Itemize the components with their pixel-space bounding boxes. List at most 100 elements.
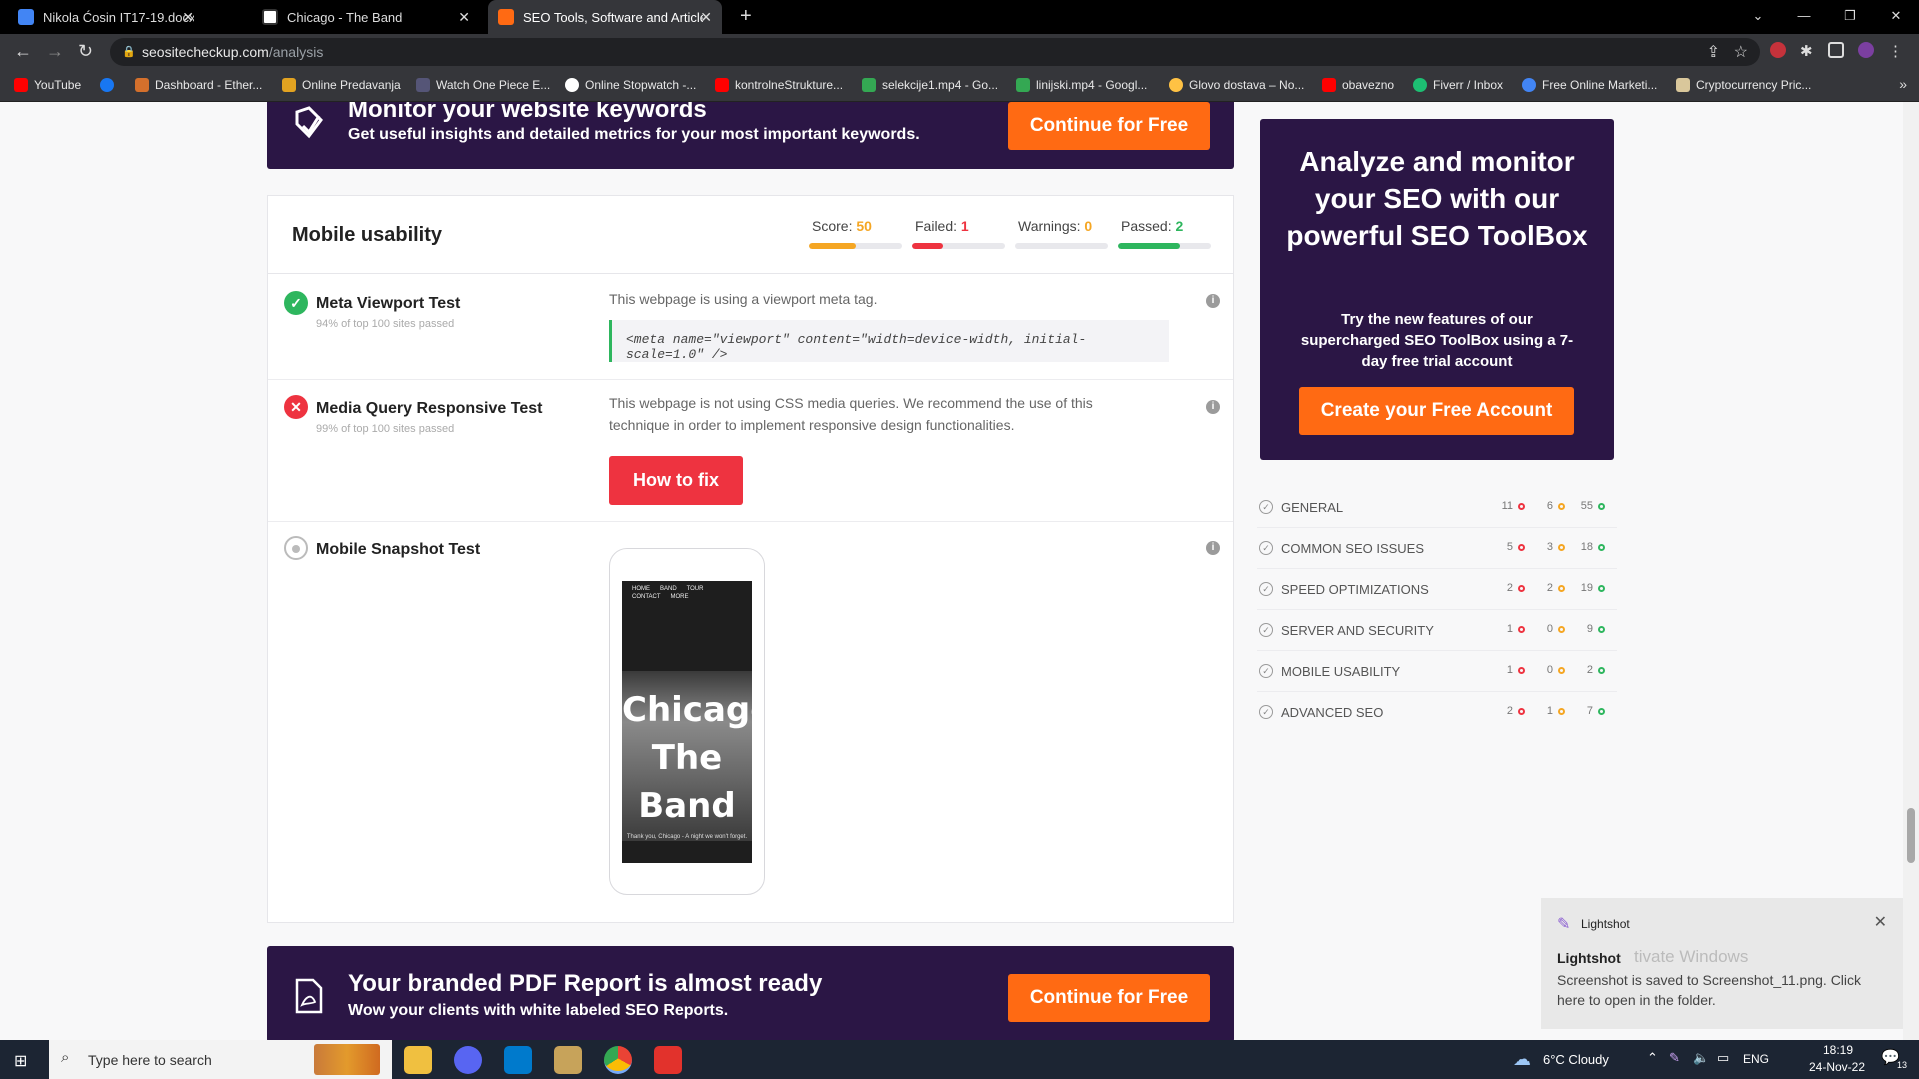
windows-start-icon[interactable]: ⊞ xyxy=(14,1051,27,1071)
tray-overflow-icon[interactable]: ⌃ xyxy=(1647,1050,1658,1066)
passed-dot-icon xyxy=(1598,585,1605,592)
facebook-icon xyxy=(100,78,114,92)
tab-search-icon[interactable]: ⌄ xyxy=(1735,0,1781,34)
extensions-puzzle-icon[interactable]: ✱ xyxy=(1800,42,1816,60)
profile-avatar[interactable] xyxy=(1858,42,1874,58)
taskbar-search[interactable]: ⌕ Type here to search xyxy=(49,1040,392,1079)
language-indicator[interactable]: ENG xyxy=(1743,1052,1769,1066)
lightshot-tray-icon[interactable]: ✎ xyxy=(1669,1050,1680,1066)
bookmark-selekcije[interactable]: selekcije1.mp4 - Go... xyxy=(862,78,998,92)
passed-count: 19 xyxy=(1580,582,1593,594)
category-common-seo[interactable]: ✓ COMMON SEO ISSUES 5 3 18 xyxy=(1257,528,1617,569)
league-of-legends-icon[interactable] xyxy=(554,1046,582,1074)
back-icon[interactable]: ← xyxy=(14,41,32,62)
category-server-security[interactable]: ✓ SERVER AND SECURITY 1 0 9 xyxy=(1257,610,1617,651)
url-bar[interactable]: 🔒 seositecheckup.com/analysis ⇪ ☆ xyxy=(110,38,1760,66)
vscode-icon[interactable] xyxy=(504,1046,532,1074)
bookmark-kontrolne[interactable]: kontrolneStrukture... xyxy=(715,78,843,92)
category-advanced-seo[interactable]: ✓ ADVANCED SEO 2 1 7 xyxy=(1257,692,1617,733)
reload-icon[interactable]: ↻ xyxy=(78,41,93,62)
passed-dot-icon xyxy=(1598,503,1605,510)
new-tab-icon[interactable]: + xyxy=(740,5,752,28)
restore-icon[interactable]: ❐ xyxy=(1827,0,1873,34)
close-tab-icon[interactable]: ✕ xyxy=(182,9,194,26)
continue-free-button[interactable]: Continue for Free xyxy=(1008,102,1210,150)
file-explorer-icon[interactable] xyxy=(404,1046,432,1074)
test-description: This webpage is not using CSS media quer… xyxy=(609,395,1093,433)
clock-date[interactable]: 24-Nov-22 xyxy=(1809,1060,1865,1074)
continue-free-button[interactable]: Continue for Free xyxy=(1008,974,1210,1022)
bookmark-youtube[interactable]: YouTube xyxy=(14,78,81,92)
category-label: GENERAL xyxy=(1281,500,1344,515)
score-stat: Score: 50 xyxy=(809,218,902,249)
failed-count: 2 xyxy=(1506,582,1513,594)
bookmark-dashboard[interactable]: Dashboard - Ether... xyxy=(135,78,262,92)
category-mobile-usability[interactable]: ✓ MOBILE USABILITY 1 0 2 xyxy=(1257,651,1617,692)
share-icon[interactable]: ⇪ xyxy=(1707,42,1720,62)
address-toolbar: ← → ↻ 🔒 seositecheckup.com/analysis ⇪ ☆ … xyxy=(0,34,1919,70)
bookmark-star-icon[interactable]: ☆ xyxy=(1734,42,1748,62)
close-icon[interactable]: ✕ xyxy=(1874,912,1887,932)
bookmark-crypto[interactable]: Cryptocurrency Pric... xyxy=(1676,78,1811,92)
url-text: seositecheckup.com/analysis xyxy=(142,44,324,60)
lightshot-notification[interactable]: ✎ Lightshot ✕ tivate Windows Lightshot S… xyxy=(1541,898,1903,1029)
close-window-icon[interactable]: ✕ xyxy=(1873,0,1919,34)
passed-count: 9 xyxy=(1586,623,1593,635)
ethermine-icon xyxy=(135,78,149,92)
adblock-extension-icon[interactable] xyxy=(1770,42,1786,58)
bookmark-facebook[interactable] xyxy=(100,78,120,92)
tab-chicago[interactable]: Chicago - The Band ✕ xyxy=(252,0,480,34)
speaker-icon[interactable]: 🔈 xyxy=(1693,1050,1709,1066)
clock-time[interactable]: 18:19 xyxy=(1823,1043,1853,1057)
warning-count: 3 xyxy=(1546,541,1553,553)
chrome-icon[interactable] xyxy=(604,1046,632,1074)
warning-count: 0 xyxy=(1546,623,1553,635)
tab-docs[interactable]: Nikola Ćosin IT17-19.docx - Goo ✕ xyxy=(8,0,204,34)
vivaldi-icon[interactable] xyxy=(654,1046,682,1074)
failed-bar xyxy=(912,243,1005,249)
lock-icon[interactable]: 🔒 xyxy=(122,45,136,58)
weather-text[interactable]: 6°C Cloudy xyxy=(1543,1052,1609,1067)
bookmark-fiverr[interactable]: Fiverr / Inbox xyxy=(1413,78,1503,92)
mobile-snapshot-test: Mobile Snapshot Test i HOME BAND TOUR CO… xyxy=(268,522,1233,922)
bookmark-marketing[interactable]: Free Online Marketi... xyxy=(1522,78,1657,92)
passed-dot-icon xyxy=(1598,667,1605,674)
how-to-fix-button[interactable]: How to fix xyxy=(609,456,743,505)
close-tab-icon[interactable]: ✕ xyxy=(458,9,470,26)
one-piece-icon xyxy=(416,78,430,92)
bookmark-one-piece[interactable]: Watch One Piece E... xyxy=(416,78,550,92)
close-tab-icon[interactable]: ✕ xyxy=(700,9,712,26)
page-scrollbar[interactable] xyxy=(1903,102,1919,1040)
notification-count: 13 xyxy=(1897,1060,1908,1070)
site-favicon-icon xyxy=(262,9,278,25)
passed-bar xyxy=(1118,243,1211,249)
warning-count: 2 xyxy=(1546,582,1553,594)
forward-icon[interactable]: → xyxy=(46,41,64,62)
bookmark-predavanja[interactable]: Online Predavanja xyxy=(282,78,401,92)
youtube-icon xyxy=(1322,78,1336,92)
tab-seositecheckup[interactable]: SEO Tools, Software and Articles ✕ xyxy=(488,0,722,34)
info-icon[interactable]: i xyxy=(1206,400,1220,414)
system-tray: ☁ 6°C Cloudy ⌃ ✎ 🔈 ▭ ENG 18:19 24-Nov-22… xyxy=(1509,1040,1919,1079)
create-account-button[interactable]: Create your Free Account xyxy=(1299,387,1574,435)
info-icon[interactable]: i xyxy=(1206,294,1220,308)
minimize-icon[interactable]: — xyxy=(1781,0,1827,34)
bookmark-obavezno[interactable]: obavezno xyxy=(1322,78,1394,92)
discord-icon[interactable] xyxy=(454,1046,482,1074)
info-icon[interactable]: i xyxy=(1206,541,1220,555)
side-panel-icon[interactable] xyxy=(1828,42,1844,58)
failed-count: 1 xyxy=(1506,623,1513,635)
bookmarks-overflow-icon[interactable]: » xyxy=(1899,76,1907,92)
category-label: SERVER AND SECURITY xyxy=(1281,623,1434,638)
bookmark-linijski[interactable]: linijski.mp4 - Googl... xyxy=(1016,78,1147,92)
scrollbar-thumb[interactable] xyxy=(1907,808,1915,863)
bookmark-stopwatch[interactable]: Online Stopwatch -... xyxy=(565,78,696,92)
youtube-icon xyxy=(14,78,28,92)
test-sub: 99% of top 100 sites passed xyxy=(316,423,455,435)
bookmark-glovo[interactable]: Glovo dostava – No... xyxy=(1169,78,1304,92)
menu-kebab-icon[interactable]: ⋮ xyxy=(1888,42,1904,60)
category-speed[interactable]: ✓ SPEED OPTIMIZATIONS 2 2 19 xyxy=(1257,569,1617,610)
network-icon[interactable]: ▭ xyxy=(1717,1050,1729,1066)
category-general[interactable]: ✓ GENERAL 11 6 55 xyxy=(1257,487,1617,528)
activate-windows-watermark: tivate Windows xyxy=(1634,947,1749,966)
